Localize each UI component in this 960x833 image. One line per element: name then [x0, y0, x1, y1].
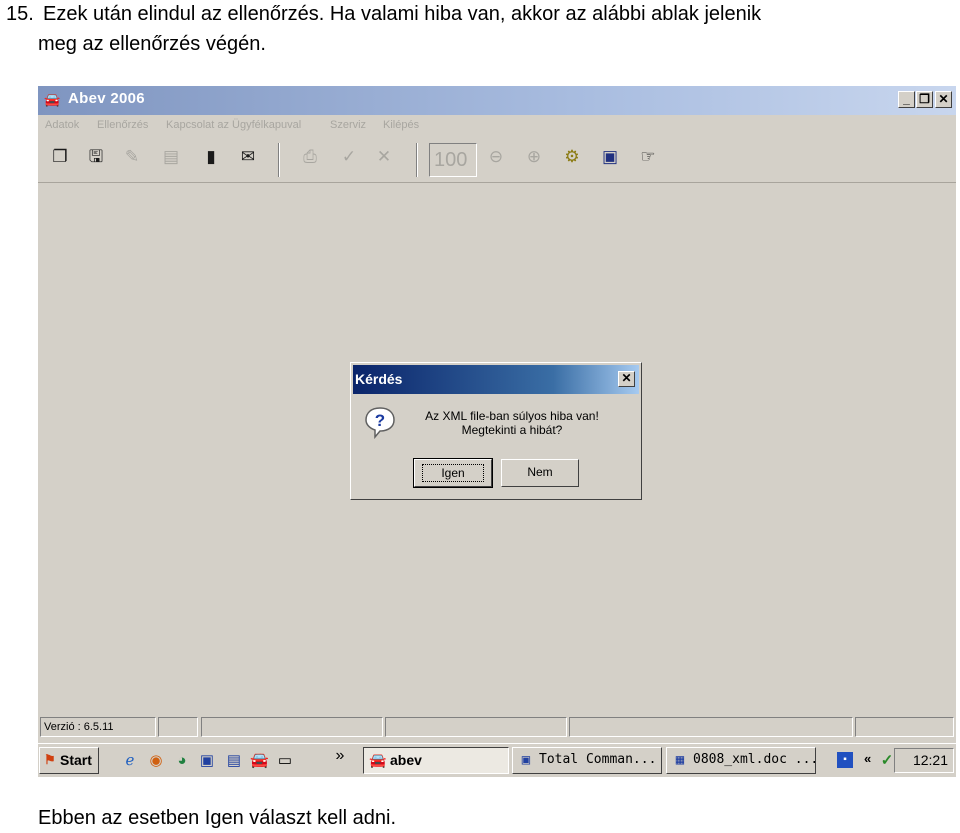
mail-icon[interactable]: ✉: [236, 145, 260, 169]
check-icon[interactable]: ✓: [337, 145, 361, 169]
menu-kilepes[interactable]: Kilépés: [383, 119, 419, 131]
system-tray: 12:21: [894, 748, 954, 773]
dialog-titlebar[interactable]: Kérdés ✕: [353, 365, 639, 394]
total-commander-icon[interactable]: ▣: [198, 752, 216, 770]
toolbar: ❐ 🖫 ✎ ▤ ▮ ✉ ⎙ ✓ ✕ 100 ⊖ ⊕ ⚙ ▣ ☞: [38, 137, 956, 183]
print-preview-icon[interactable]: ▤: [159, 145, 183, 169]
status-cell: [158, 717, 198, 737]
question-dialog: Kérdés ✕ ? Az XML file-ban súlyos hiba v…: [350, 362, 642, 500]
menu-szerviz[interactable]: Szerviz: [330, 119, 366, 131]
status-cell: [855, 717, 954, 737]
open-icon[interactable]: ❐: [48, 145, 72, 169]
restore-button[interactable]: ❐: [916, 91, 933, 108]
cancel-icon[interactable]: ✕: [372, 145, 396, 169]
task-word-doc[interactable]: ▦ 0808_xml.doc ...: [666, 747, 816, 774]
total-commander-task-icon: ▣: [521, 752, 531, 768]
gears-icon[interactable]: ⚙: [560, 145, 584, 169]
menu-adatok[interactable]: Adatok: [45, 119, 79, 131]
ie-icon[interactable]: ℯ: [121, 752, 139, 770]
status-cell: [385, 717, 567, 737]
calculator-icon[interactable]: ▣: [598, 145, 622, 169]
step-text-1: Ezek után elindul az ellenőrzés. Ha vala…: [43, 3, 762, 25]
tray-expand[interactable]: «: [864, 751, 871, 766]
task-abev[interactable]: 🚘 abev: [363, 747, 509, 774]
svg-text:?: ?: [375, 411, 385, 430]
task-total-commander[interactable]: ▣ Total Comman...: [512, 747, 662, 774]
desktop-icon[interactable]: ▭: [276, 752, 294, 770]
quicklaunch-chevron[interactable]: »: [331, 747, 349, 765]
edit-icon[interactable]: ✎: [120, 145, 144, 169]
zoom-out-icon[interactable]: ⊖: [484, 145, 508, 169]
task-total-commander-label: Total Comman...: [539, 752, 657, 767]
minimize-button[interactable]: _: [898, 91, 915, 108]
menu-ellenorzes[interactable]: Ellenőrzés: [97, 119, 148, 131]
status-cell: [201, 717, 383, 737]
status-cell: [569, 717, 853, 737]
dialog-message-line-2: Megtekinti a hibát?: [461, 423, 563, 437]
dialog-message: Az XML file-ban súlyos hiba van! Megteki…: [407, 409, 617, 437]
task-word-doc-label: 0808_xml.doc ...: [693, 752, 816, 767]
abev-task-icon: 🚘: [369, 752, 387, 768]
abev-quicklaunch-icon[interactable]: 🚘: [250, 752, 269, 770]
no-button[interactable]: Nem: [501, 459, 579, 487]
clock: 12:21: [912, 752, 948, 768]
menu-ugyfelkapu[interactable]: Kapcsolat az Ügyfélkapuval: [166, 119, 301, 131]
step-text-line-1: 15. Ezek után elindul az ellenőrzés. Ha v…: [6, 2, 761, 26]
zoom-input[interactable]: 100: [429, 143, 477, 177]
pointer-icon[interactable]: ☞: [636, 145, 660, 169]
menu-bar: Adatok Ellenőrzés Kapcsolat az Ügyfélkap…: [38, 115, 956, 137]
window-titlebar[interactable]: 🚘 Abev 2006 _ ❐ ✕: [38, 86, 956, 115]
windows-flag-icon: ⚑: [44, 752, 56, 767]
close-button[interactable]: ✕: [935, 91, 952, 108]
zoom-in-icon[interactable]: ⊕: [522, 145, 546, 169]
firefox-icon[interactable]: ◉: [147, 752, 165, 770]
word-task-icon: ▦: [675, 752, 685, 768]
step-text-line-2: meg az ellenőrzés végén.: [38, 33, 266, 55]
tray-app-icon[interactable]: ✓: [878, 752, 896, 770]
dialog-message-line-1: Az XML file-ban súlyos hiba van!: [425, 409, 599, 423]
start-label: Start: [60, 752, 92, 768]
thunderbird-icon[interactable]: ◕: [173, 752, 191, 770]
task-abev-label: abev: [390, 752, 422, 768]
footer-text: Ebben az esetben Igen választ kell adni.: [38, 807, 397, 829]
toolbar-separator: [278, 143, 280, 177]
save-icon[interactable]: 🖫: [84, 145, 108, 169]
app-icon[interactable]: ▤: [225, 752, 243, 770]
status-bar: Verzió : 6.5.11: [38, 716, 956, 738]
book-icon[interactable]: ▮: [199, 145, 223, 169]
window-title: Abev 2006: [68, 90, 145, 107]
dialog-title: Kérdés: [355, 371, 403, 387]
question-icon: ?: [365, 407, 395, 439]
status-version: Verzió : 6.5.11: [40, 717, 156, 737]
taskbar: ⚑ Start ℯ ◉ ◕ ▣ ▤ 🚘 ▭ » 🚘 abev ▣ Total C…: [38, 743, 956, 777]
start-button[interactable]: ⚑ Start: [39, 747, 99, 774]
yes-button-label: Igen: [422, 464, 484, 482]
language-indicator-icon[interactable]: ▪: [837, 752, 853, 768]
dialog-close-button[interactable]: ✕: [618, 371, 635, 387]
yes-button[interactable]: Igen: [413, 458, 493, 488]
toolbar-separator: [416, 143, 418, 177]
step-number: 15.: [6, 3, 34, 25]
app-car-icon: 🚘: [44, 92, 61, 107]
print-icon[interactable]: ⎙: [298, 145, 322, 169]
